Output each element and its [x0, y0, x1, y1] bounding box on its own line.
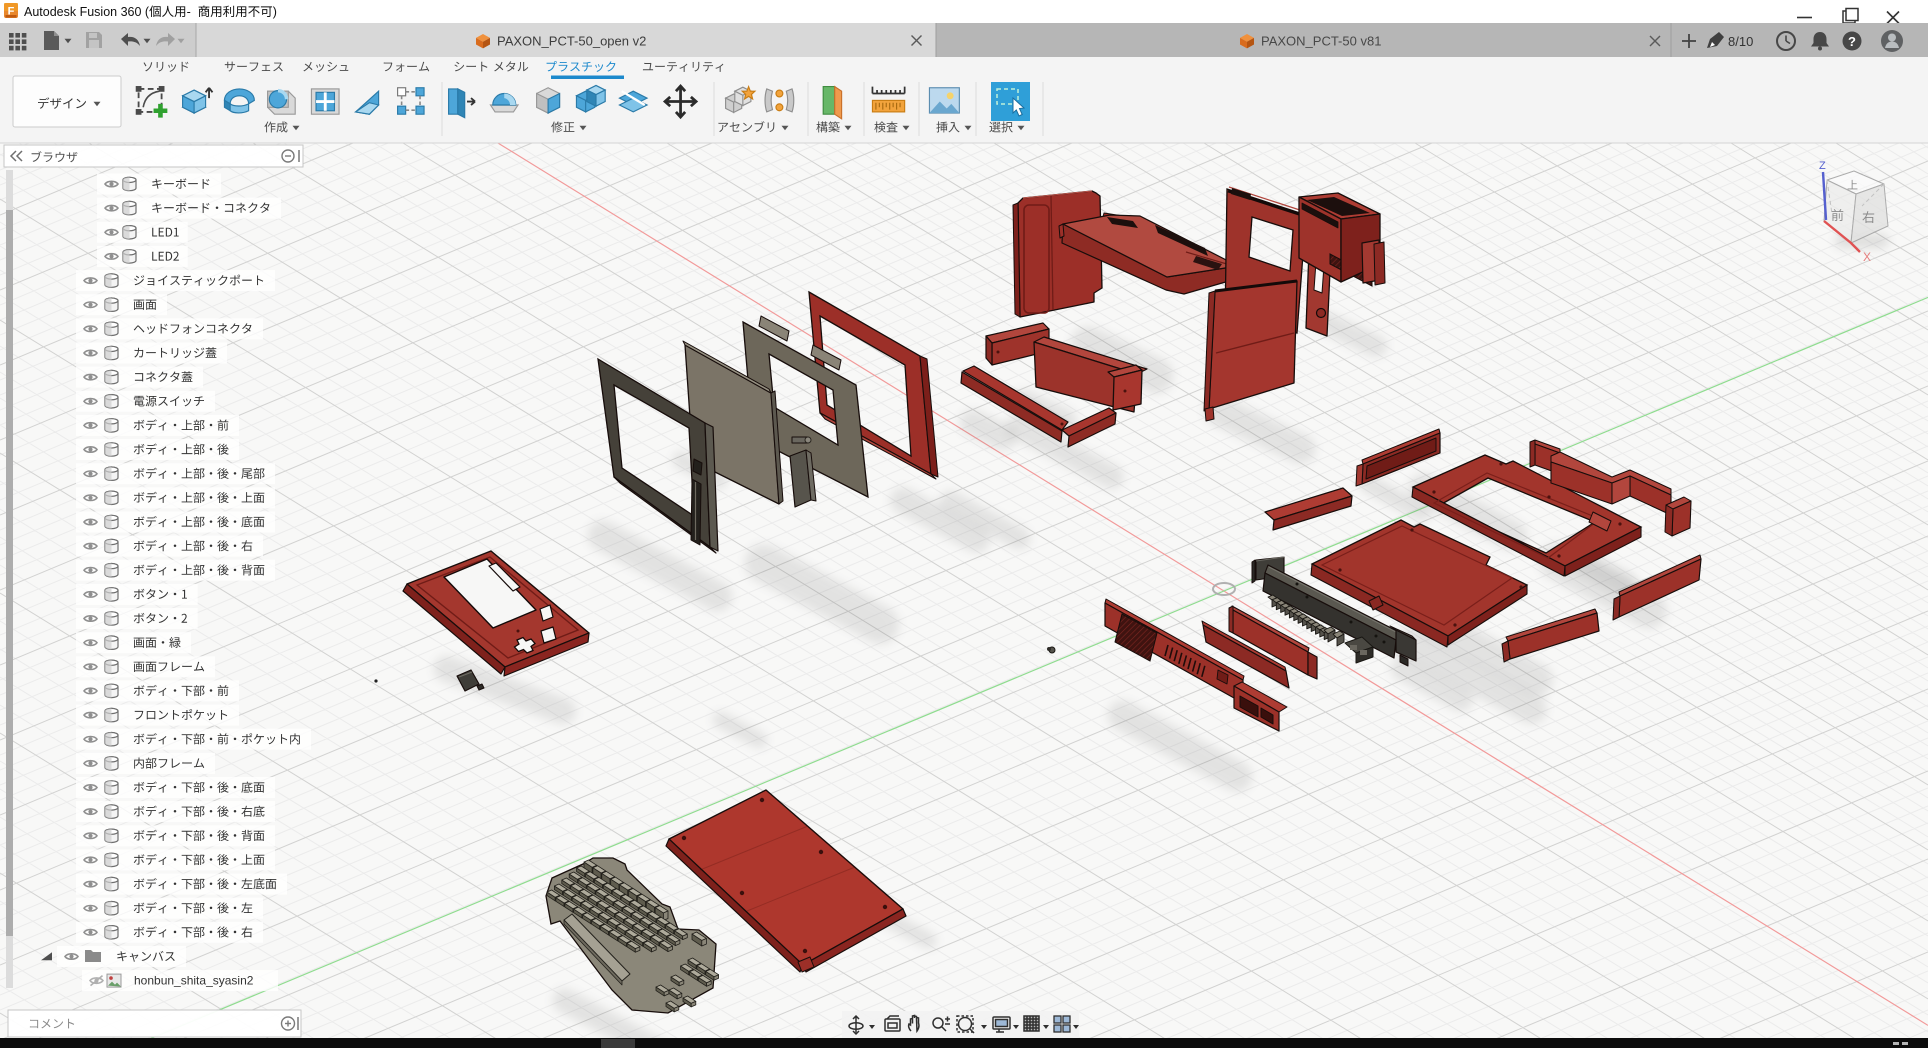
svg-text:PAXON_PCT-50_open v2: PAXON_PCT-50_open v2: [497, 34, 646, 49]
svg-text:honbun_shita_syasin2: honbun_shita_syasin2: [134, 974, 254, 988]
svg-text:8/10: 8/10: [1728, 34, 1753, 49]
svg-text:Autodesk Fusion 360 (: Autodesk Fusion 360 (: [24, 5, 150, 19]
svg-text:?: ?: [1848, 34, 1856, 49]
svg-text:Z: Z: [1819, 160, 1826, 172]
svg-text:-: -: [187, 5, 191, 19]
svg-text:X: X: [1863, 250, 1871, 264]
svg-text:): ): [273, 5, 277, 19]
svg-text:PAXON_PCT-50 v81: PAXON_PCT-50 v81: [1261, 34, 1381, 49]
